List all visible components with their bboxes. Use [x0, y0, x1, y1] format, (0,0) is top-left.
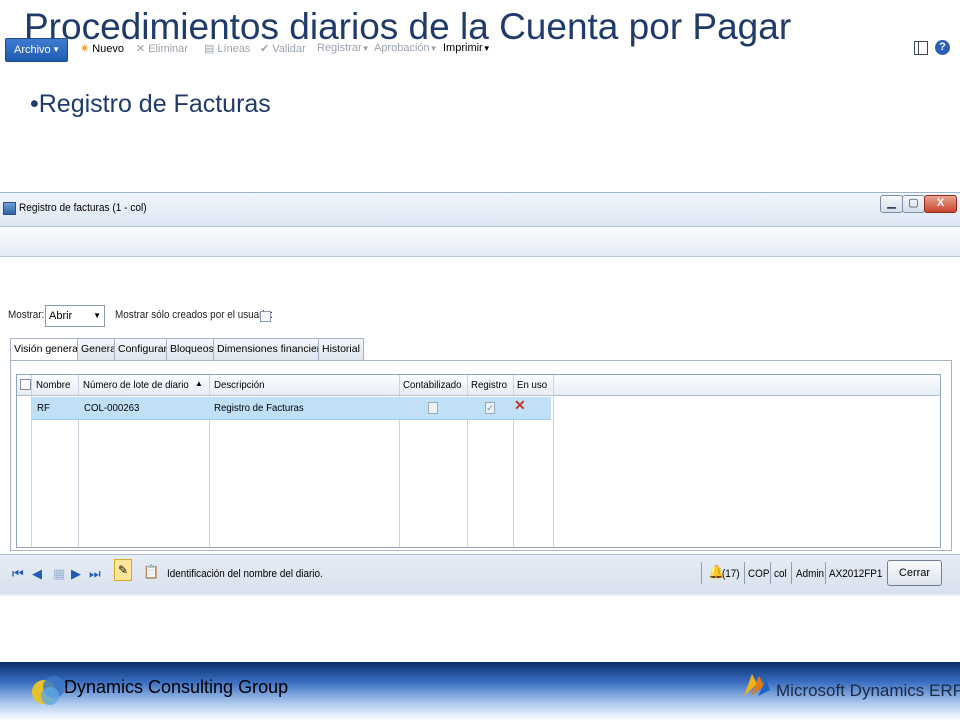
mostrar-value: Abrir: [49, 310, 73, 322]
aprobacion-label: Aprobación: [374, 42, 430, 54]
col-header-numero-lote[interactable]: Número de lote de diario: [83, 379, 189, 391]
col-header-registro[interactable]: Registro: [471, 379, 507, 391]
maximize-button[interactable]: ▢: [902, 195, 925, 213]
mostrar-label: Mostrar:: [8, 309, 45, 321]
action-pane: [0, 227, 960, 257]
sort-ascending-icon: ▲: [195, 379, 203, 388]
check-icon: ✔: [260, 43, 270, 55]
status-separator: [744, 562, 745, 584]
status-separator: [701, 562, 702, 584]
window-titlebar: Registro de facturas (1 - col) ▁ ▢ X: [0, 193, 960, 227]
imprimir-button[interactable]: Imprimir▼: [443, 42, 491, 54]
panel-toggle-icon[interactable]: [914, 41, 928, 55]
validar-label: Validar: [272, 43, 306, 55]
chevron-down-icon: ▼: [361, 44, 370, 53]
server-indicator: AX2012FP1: [829, 568, 883, 580]
registrar-label: Registrar: [317, 42, 362, 54]
nuevo-button[interactable]: ✷ Nuevo: [80, 42, 124, 55]
delete-x-icon: ✕: [136, 43, 146, 55]
cell-descripcion[interactable]: Registro de Facturas: [214, 402, 304, 414]
imprimir-label: Imprimir: [443, 42, 483, 54]
status-separator: [825, 562, 826, 584]
chevron-down-icon: ▼: [429, 44, 438, 53]
col-header-descripcion[interactable]: Descripción: [214, 379, 264, 391]
mostrar-dropdown[interactable]: Abrir ▼: [45, 305, 105, 327]
previous-record-icon[interactable]: ◀: [32, 566, 42, 582]
last-record-icon[interactable]: ⏭: [89, 566, 101, 582]
lines-icon: ▤: [204, 43, 215, 55]
owner-filter-checkbox[interactable]: [260, 311, 271, 322]
eliminar-button[interactable]: ✕ Eliminar: [136, 42, 188, 55]
footer-product: Microsoft Dynamics ERP: [776, 681, 960, 700]
status-separator: [791, 562, 792, 584]
status-separator: [770, 562, 771, 584]
cell-nombre[interactable]: RF: [37, 402, 50, 414]
next-record-icon[interactable]: ▶: [71, 566, 81, 582]
tab-configurar[interactable]: Configurar: [114, 338, 172, 360]
archivo-menu-button[interactable]: Archivo ▼: [5, 38, 68, 62]
tab-bloqueos[interactable]: Bloqueos: [166, 338, 218, 360]
currency-indicator: COP: [748, 568, 770, 580]
help-icon[interactable]: ?: [935, 40, 950, 55]
company-indicator: col: [774, 568, 787, 580]
tab-vision-general[interactable]: Visión general: [10, 338, 85, 361]
en-uso-x-icon: ✕: [514, 397, 526, 413]
journal-grid: Nombre Número de lote de diario ▲ Descri…: [16, 374, 941, 548]
minimize-button[interactable]: ▁: [880, 195, 903, 213]
aprobacion-button[interactable]: Aprobación▼: [374, 42, 438, 54]
first-record-icon[interactable]: ⏮: [12, 566, 24, 582]
attachment-icon[interactable]: 📋: [143, 564, 159, 580]
contabilizado-checkbox[interactable]: [428, 402, 438, 414]
select-all-checkbox[interactable]: [20, 379, 31, 390]
col-header-nombre[interactable]: Nombre: [36, 379, 70, 391]
cerrar-button[interactable]: Cerrar: [887, 560, 942, 586]
validar-button[interactable]: ✔ Validar: [260, 42, 306, 55]
nuevo-label: Nuevo: [92, 43, 125, 55]
lineas-button[interactable]: ▤ Líneas: [204, 42, 250, 55]
owner-filter-label: Mostrar sólo creados por el usuario:: [115, 309, 273, 321]
chevron-down-icon: ▼: [93, 311, 101, 320]
window-title: Registro de facturas (1 - col): [19, 202, 147, 214]
col-header-en-uso[interactable]: En uso: [517, 379, 547, 391]
grid-col-divider: [553, 375, 554, 547]
chevron-down-icon: ▼: [482, 44, 491, 53]
lineas-label: Líneas: [217, 43, 251, 55]
cell-numero-lote[interactable]: COL-000263: [84, 402, 139, 414]
close-window-button[interactable]: X: [924, 195, 957, 213]
user-indicator: Admin: [796, 568, 825, 580]
registro-checkbox[interactable]: ✓: [485, 402, 495, 414]
app-icon: [3, 202, 16, 215]
alerts-count[interactable]: (17): [722, 568, 740, 580]
footer-company: Dynamics Consulting Group: [64, 677, 289, 697]
new-star-icon: ✷: [80, 43, 90, 55]
chevron-down-icon: ▼: [52, 45, 60, 54]
edit-pencil-icon[interactable]: ✎: [114, 559, 132, 581]
microsoft-dynamics-logo: [744, 674, 770, 696]
tab-historial[interactable]: Historial: [318, 338, 364, 360]
archivo-label: Archivo: [14, 44, 51, 56]
grid-view-icon[interactable]: ▦: [53, 566, 65, 582]
status-message: Identificación del nombre del diario.: [167, 568, 323, 580]
eliminar-label: Eliminar: [148, 43, 188, 55]
slide-bullet: •Registro de Facturas: [30, 90, 271, 118]
registrar-button[interactable]: Registrar▼: [317, 42, 370, 54]
col-header-contabilizado[interactable]: Contabilizado: [403, 379, 462, 391]
